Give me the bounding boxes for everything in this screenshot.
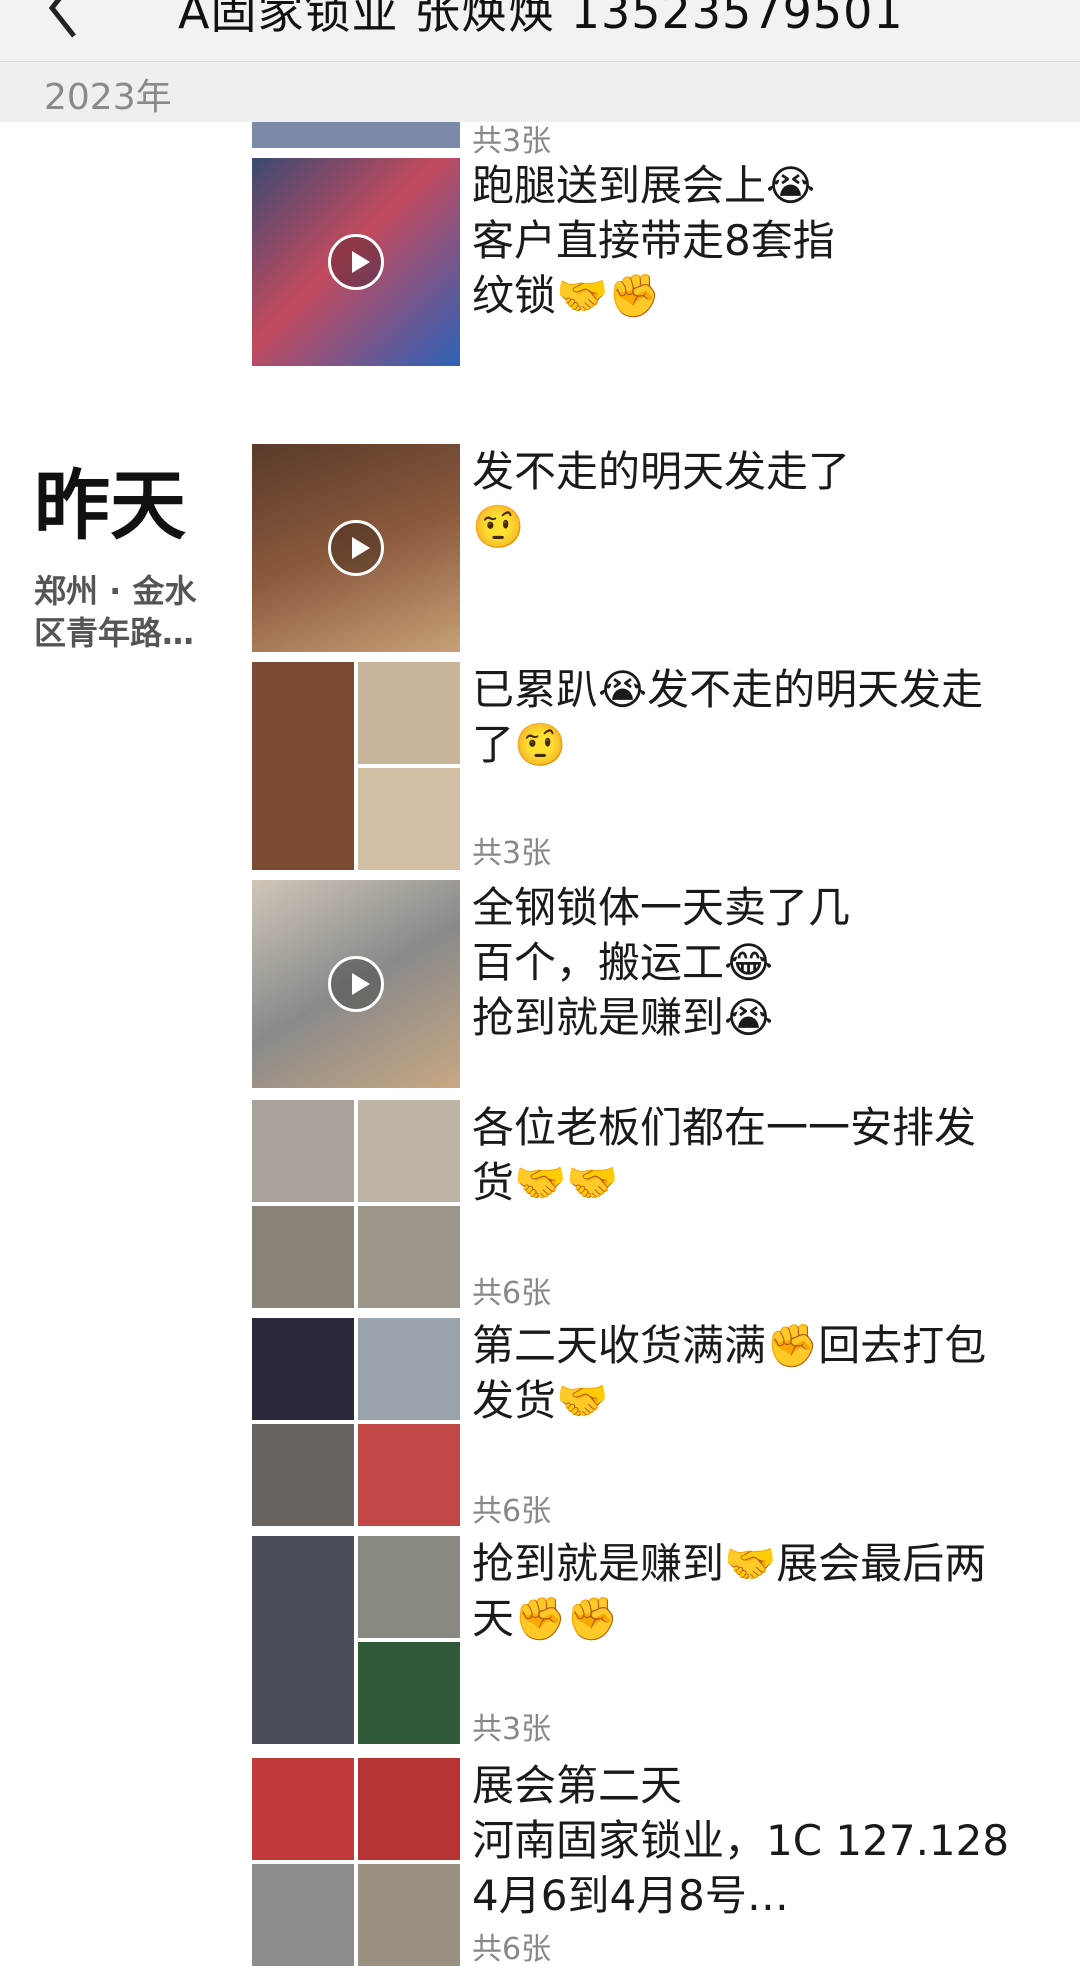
grid-photo[interactable] (358, 1100, 460, 1202)
photo-count: 共3张 (472, 124, 552, 159)
photo-grid[interactable] (252, 1536, 460, 1744)
grid-photo[interactable] (252, 662, 354, 870)
photo-grid[interactable] (252, 1758, 460, 1966)
post-text: 跑腿送到展会上😭 客户直接带走8套指 纹锁🤝✊ (472, 161, 835, 320)
photo-count: 共3张 (472, 1712, 552, 1747)
grid-photo[interactable] (358, 1758, 460, 1860)
grid-photo[interactable] (252, 1424, 354, 1526)
post-text: 全钢锁体一天卖了几 百个，搬运工😂 抢到就是赚到😭 (472, 883, 851, 1042)
grid-photo[interactable] (358, 1642, 460, 1744)
photo-grid[interactable] (252, 1318, 460, 1526)
post-text: 已累趴😭发不走的明天发走 了🤨 (472, 665, 984, 769)
grid-photo[interactable] (358, 1318, 460, 1420)
post-text: 发不走的明天发走了 🤨 (472, 447, 851, 551)
back-button[interactable] (30, 0, 90, 40)
grid-photo[interactable] (358, 1536, 460, 1638)
location-label: 郑州 · 金水区青年路… (34, 572, 197, 652)
grid-photo[interactable] (252, 1758, 354, 1860)
grid-photo[interactable] (252, 1100, 354, 1202)
post-text: 第二天收货满满✊回去打包 发货🤝 (472, 1321, 987, 1425)
play-icon[interactable] (328, 956, 384, 1012)
top-nav-bar: A固家锁业 张焕焕 13523579501 (0, 0, 1080, 62)
photo-count: 共6张 (472, 1276, 552, 1311)
page-title: A固家锁业 张焕焕 13523579501 (178, 0, 904, 39)
post-thumbnail[interactable] (252, 444, 460, 652)
year-header: 2023年 (0, 62, 1080, 122)
post-text: 抢到就是赚到🤝展会最后两 天✊✊ (472, 1539, 987, 1643)
photo-count: 共6张 (472, 1932, 552, 1967)
year-label: 2023年 (44, 77, 172, 118)
day-label: 昨天 (34, 461, 186, 550)
grid-photo[interactable] (358, 768, 460, 870)
post-text: 各位老板们都在一一安排发 货🤝🤝 (472, 1103, 977, 1207)
photo-grid[interactable] (252, 1100, 460, 1308)
photo-grid[interactable] (252, 662, 460, 870)
grid-photo[interactable] (358, 1864, 460, 1966)
play-icon[interactable] (328, 520, 384, 576)
play-icon[interactable] (328, 234, 384, 290)
photo-count: 共3张 (472, 836, 552, 871)
photo-count: 共6张 (472, 1494, 552, 1529)
post-thumbnail[interactable] (252, 880, 460, 1088)
moments-feed: A固家锁业 张焕焕 13523579501 2023年 共3张 跑腿送到展会上😭… (0, 0, 1080, 1984)
chevron-left-icon (48, 0, 76, 38)
grid-photo[interactable] (358, 662, 460, 764)
grid-photo[interactable] (252, 1318, 354, 1420)
grid-photo[interactable] (358, 1424, 460, 1526)
grid-photo[interactable] (358, 1206, 460, 1308)
grid-photo[interactable] (252, 1536, 354, 1744)
post-thumbnail[interactable] (252, 158, 460, 366)
post-text: 展会第二天 河南固家锁业，1C 127.128 4月6到4月8号… (472, 1761, 1010, 1920)
grid-photo[interactable] (252, 1206, 354, 1308)
grid-photo[interactable] (252, 1864, 354, 1966)
